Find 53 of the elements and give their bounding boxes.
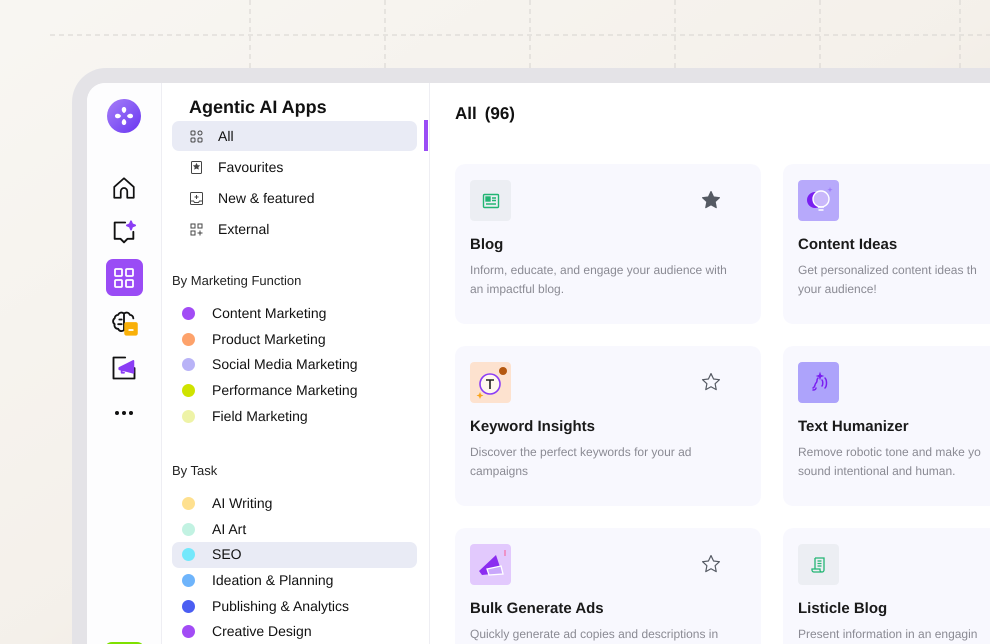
card-description: Discover the perfect keywords for your ad campaigns [470, 444, 692, 480]
category-item[interactable]: Social Media Marketing [172, 352, 417, 378]
category-item[interactable]: AI Writing [172, 490, 417, 517]
app-card[interactable]: Text Humanizer Remove robotic tone and make yo sound intentional and human. [783, 346, 990, 506]
newspaper-icon [470, 180, 511, 221]
megaphone-icon [470, 544, 511, 585]
inbox-icon [189, 190, 204, 206]
logo-icon [107, 99, 141, 133]
document-icon [798, 544, 839, 585]
card-description: Inform, educate, and engage your audience with an impactful blog. [470, 262, 728, 298]
apps-grid-icon[interactable] [106, 259, 142, 296]
sidebar-title: Agentic AI Apps [188, 96, 328, 119]
category-item[interactable]: Ideation & Planning [172, 568, 417, 594]
nav-item[interactable]: New & featured [172, 183, 417, 213]
star-filled-icon[interactable] [700, 189, 722, 211]
nav-item[interactable]: External [172, 214, 417, 244]
card-title: Content Ideas [798, 235, 898, 255]
lightbulb-icon [798, 180, 839, 221]
voice-waves-icon [798, 362, 839, 403]
card-title: Listicle Blog [798, 599, 888, 619]
card-description: Remove robotic tone and make yo sound intentional and human. [798, 444, 982, 480]
category-item[interactable]: Performance Marketing [172, 378, 417, 404]
category-item[interactable]: Publishing & Analytics [172, 593, 417, 619]
category-item[interactable]: Creative Design [172, 618, 417, 644]
category-item[interactable]: Field Marketing [172, 403, 417, 429]
card-description: Quickly generate ad copies and descriptions in [470, 626, 720, 643]
card-title: Bulk Generate Ads [470, 599, 605, 619]
card-title: Blog [470, 235, 504, 255]
category-item[interactable]: SEO [172, 542, 417, 568]
section-heading: By Marketing Function [172, 272, 302, 290]
card-title: Keyword Insights [470, 417, 596, 437]
star-outline-icon[interactable] [700, 371, 722, 393]
category-item[interactable]: Product Marketing [172, 326, 417, 352]
page-title: All [455, 103, 477, 125]
app-card[interactable]: Content Ideas Get personalized content ideas th your audience! [783, 164, 990, 324]
scroll-thumb[interactable] [424, 120, 428, 151]
nav-item[interactable]: All [172, 121, 417, 151]
section-heading: By Task [172, 462, 218, 480]
app-card[interactable]: Bulk Generate Ads Quickly generate ad copies and descriptions in [455, 528, 761, 644]
grid-plus-icon [189, 222, 204, 236]
letter-t-badge-icon [470, 362, 511, 403]
app-count: (96) [484, 103, 515, 125]
app-card[interactable]: Keyword Insights Discover the perfect keywords for your ad campaigns [455, 346, 761, 506]
nav-item[interactable]: Favourites [172, 152, 417, 182]
card-description: Get personalized content ideas th your audience! [798, 262, 978, 298]
app-card[interactable]: Blog Inform, educate, and engage your audience with an impactful blog. [455, 164, 761, 324]
category-item[interactable]: AI Art [172, 516, 417, 542]
app-card[interactable]: Listicle Blog Present information in an engagin [783, 528, 990, 644]
card-description: Present information in an engagin [798, 626, 978, 643]
category-item[interactable]: Content Marketing [172, 301, 417, 327]
grid-icon [189, 128, 204, 144]
card-title: Text Humanizer [798, 417, 910, 437]
star-outline-icon[interactable] [700, 553, 722, 575]
